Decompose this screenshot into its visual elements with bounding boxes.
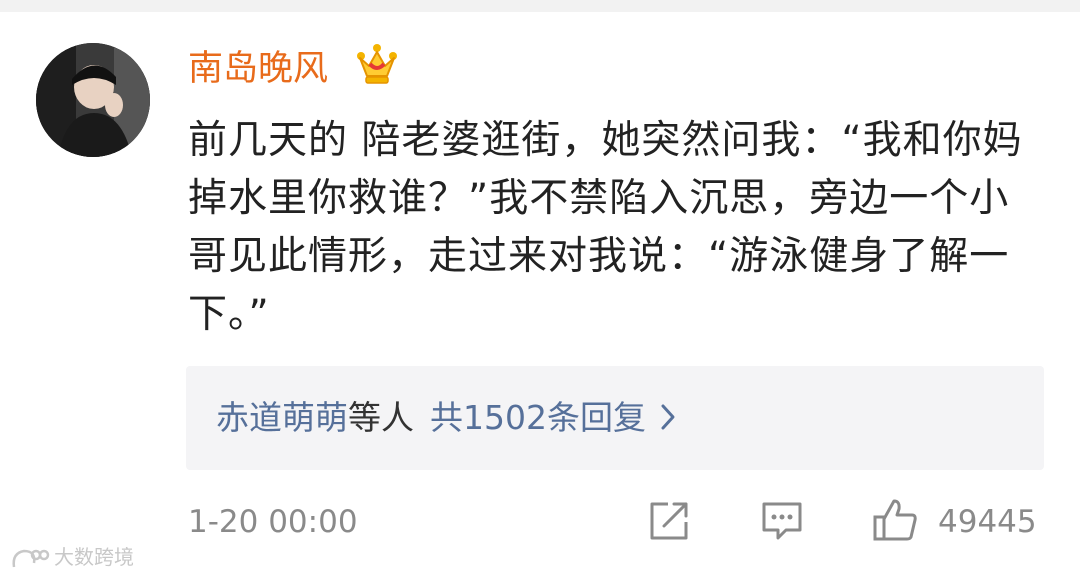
reply-author-names[interactable]: 赤道萌萌 [216, 398, 348, 437]
author-name[interactable]: 南岛晚风 [188, 44, 328, 94]
share-icon[interactable] [648, 500, 690, 542]
comment-timestamp: 1-20 00:00 [188, 504, 358, 540]
watermark: 大数跨境 [10, 542, 134, 572]
comment-text: 前几天的 陪老婆逛街，她突然问我：“我和你妈掉水里你救谁？”我不禁陷入沉思，旁边… [188, 118, 1023, 337]
crown-icon [357, 44, 397, 84]
reply-others-label: 等人 [348, 398, 414, 437]
top-divider-bar [0, 0, 1080, 12]
watermark-logo-icon [12, 549, 50, 567]
comment-icon[interactable] [760, 500, 804, 542]
avatar[interactable] [36, 43, 150, 157]
like-count: 49445 [938, 504, 1037, 540]
reply-count-link[interactable]: 共1502条回复 [430, 398, 646, 437]
replies-summary[interactable]: 赤道萌萌等人 共1502条回复 [216, 394, 676, 442]
replies-box[interactable]: 赤道萌萌等人 共1502条回复 [186, 366, 1044, 470]
chevron-right-icon [661, 404, 675, 429]
thumbs-up-icon[interactable] [872, 497, 918, 543]
watermark-text: 大数跨境 [54, 545, 134, 569]
